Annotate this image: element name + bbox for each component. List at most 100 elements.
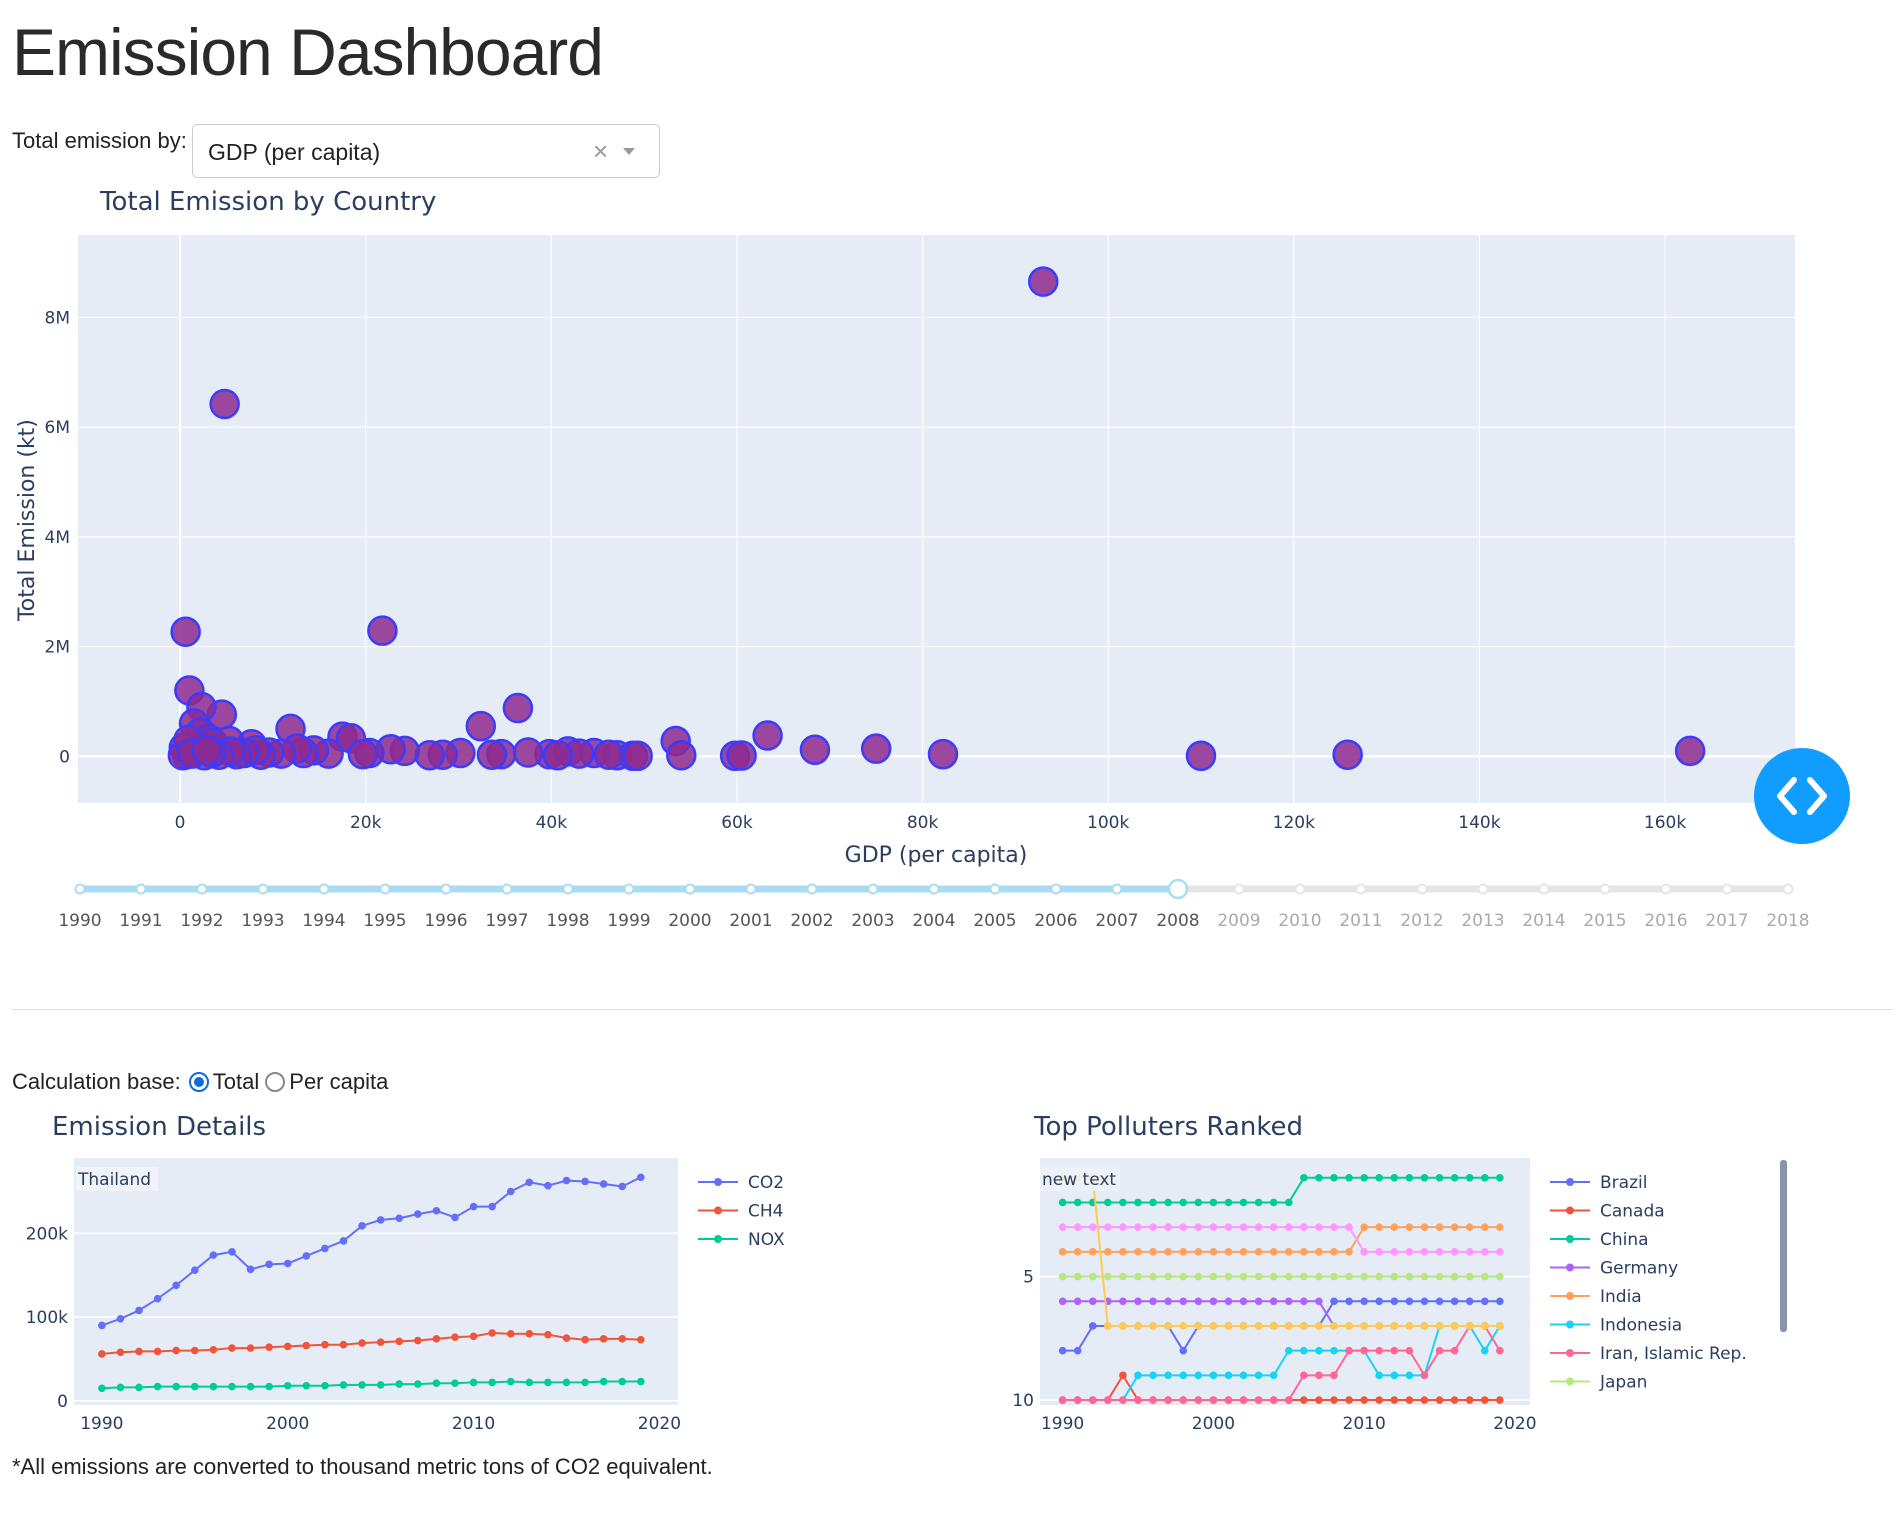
series-marker	[1496, 1297, 1504, 1306]
series-marker	[1194, 1322, 1203, 1330]
series-marker	[562, 1334, 571, 1342]
slider-year-label: 1991	[119, 911, 162, 931]
series-marker	[172, 1382, 181, 1391]
series-marker	[488, 1329, 496, 1337]
scatter-y-tick-label: 8M	[45, 308, 70, 328]
series-marker	[1164, 1198, 1172, 1207]
slider-dot	[440, 883, 452, 895]
scatter-plot-area[interactable]	[78, 235, 1795, 803]
series-marker	[1465, 1272, 1474, 1281]
slider-dot	[1416, 883, 1428, 895]
scatter-y-tick-label: 0	[59, 747, 70, 767]
y-tick-label: 10	[1012, 1391, 1034, 1411]
slider-year-label: 1998	[546, 911, 589, 931]
slider-dot	[1477, 883, 1489, 895]
series-marker	[116, 1348, 125, 1357]
details-plot-area[interactable]	[74, 1158, 678, 1405]
series-marker	[135, 1306, 143, 1315]
series-marker	[1179, 1223, 1188, 1231]
series-marker	[599, 1377, 608, 1386]
year-slider[interactable]: 1990 1991 1992 1993 1994 1995 1996 1997 1998 1999…	[0, 873, 1894, 933]
series-marker	[618, 1182, 627, 1191]
slider-year-label: 2008	[1156, 911, 1199, 931]
series-marker	[1134, 1272, 1142, 1281]
series-marker	[1254, 1371, 1263, 1380]
series-marker	[1119, 1223, 1127, 1231]
series-marker	[1375, 1371, 1384, 1380]
series-marker	[1104, 1272, 1112, 1281]
series-marker	[1330, 1272, 1338, 1281]
slider-dot	[1599, 883, 1611, 895]
series-marker	[1269, 1223, 1278, 1231]
series-marker	[1480, 1248, 1489, 1256]
chevron-down-icon[interactable]	[623, 148, 635, 155]
series-marker	[1345, 1297, 1353, 1306]
series-marker	[1435, 1346, 1444, 1355]
code-toggle-button[interactable]	[1754, 748, 1850, 844]
slider-year-label: 2001	[729, 911, 772, 931]
series-marker	[1300, 1322, 1308, 1330]
calc-base-per-capita-radio[interactable]: Per capita	[265, 1069, 388, 1095]
series-marker	[302, 1381, 311, 1390]
series-marker	[1390, 1248, 1399, 1256]
slider-year-label: 2000	[668, 911, 711, 931]
series-marker	[283, 1342, 292, 1351]
radio-unselected-icon[interactable]	[265, 1072, 286, 1092]
series-marker	[209, 1382, 218, 1391]
series-marker	[1224, 1272, 1233, 1281]
series-marker	[1496, 1396, 1504, 1404]
scatter-title: Total Emission by Country	[99, 187, 436, 217]
legend-label: India	[1600, 1287, 1642, 1307]
series-marker	[488, 1378, 496, 1387]
series-marker	[246, 1265, 255, 1274]
legend-label: CH4	[748, 1202, 783, 1222]
series-marker	[1149, 1223, 1157, 1231]
emission-by-dropdown[interactable]: GDP (per capita) ×	[192, 124, 660, 178]
slider-year-label: 2006	[1034, 911, 1077, 931]
radio-selected-icon[interactable]	[188, 1072, 209, 1092]
series-marker	[1209, 1272, 1218, 1281]
slider-dot	[562, 883, 574, 895]
slider-dot	[867, 883, 879, 895]
series-marker	[1254, 1297, 1263, 1306]
series-marker	[1405, 1346, 1414, 1355]
calc-base-total-label[interactable]: Total	[213, 1069, 259, 1095]
series-marker	[618, 1377, 627, 1386]
series-marker	[172, 1281, 181, 1290]
slider-dot	[1782, 883, 1794, 895]
series-marker	[506, 1377, 515, 1386]
calc-base-per-capita-label[interactable]: Per capita	[289, 1069, 388, 1095]
series-marker	[1375, 1248, 1384, 1256]
slider-dot	[1538, 883, 1550, 895]
legend-label: Iran, Islamic Rep.	[1600, 1344, 1747, 1364]
scatter-point	[347, 738, 379, 770]
scatter-point	[752, 720, 783, 751]
legend-scrollbar[interactable]	[1780, 1160, 1787, 1332]
scatter-point	[1674, 735, 1706, 767]
slider-year-label: 2007	[1095, 911, 1138, 931]
series-marker	[1239, 1396, 1248, 1404]
clear-icon[interactable]: ×	[593, 136, 608, 167]
series-marker	[1058, 1198, 1067, 1207]
calc-base-total-radio[interactable]: Total	[188, 1069, 259, 1095]
series-marker	[191, 1382, 199, 1391]
series-marker	[637, 1377, 645, 1386]
ranked-annotation: new text	[1042, 1170, 1116, 1190]
series-marker	[1179, 1248, 1188, 1256]
series-marker	[469, 1378, 478, 1387]
legend-label: NOX	[748, 1230, 785, 1250]
series-marker	[1435, 1396, 1444, 1404]
scatter-point	[512, 737, 544, 768]
series-marker	[1390, 1272, 1399, 1281]
series-marker	[1465, 1396, 1474, 1404]
slider-year-label: 2010	[1278, 911, 1321, 931]
year-slider-track[interactable]	[74, 878, 1794, 900]
scatter-point	[927, 738, 959, 770]
series-marker	[1420, 1272, 1429, 1281]
series-marker	[1134, 1223, 1142, 1231]
scatter-x-tick-label: 60k	[721, 813, 753, 833]
series-marker	[562, 1176, 571, 1185]
code-brackets-icon	[1777, 777, 1827, 815]
legend-label: Brazil	[1600, 1173, 1647, 1193]
ranked-plot-area[interactable]	[1040, 1158, 1530, 1405]
